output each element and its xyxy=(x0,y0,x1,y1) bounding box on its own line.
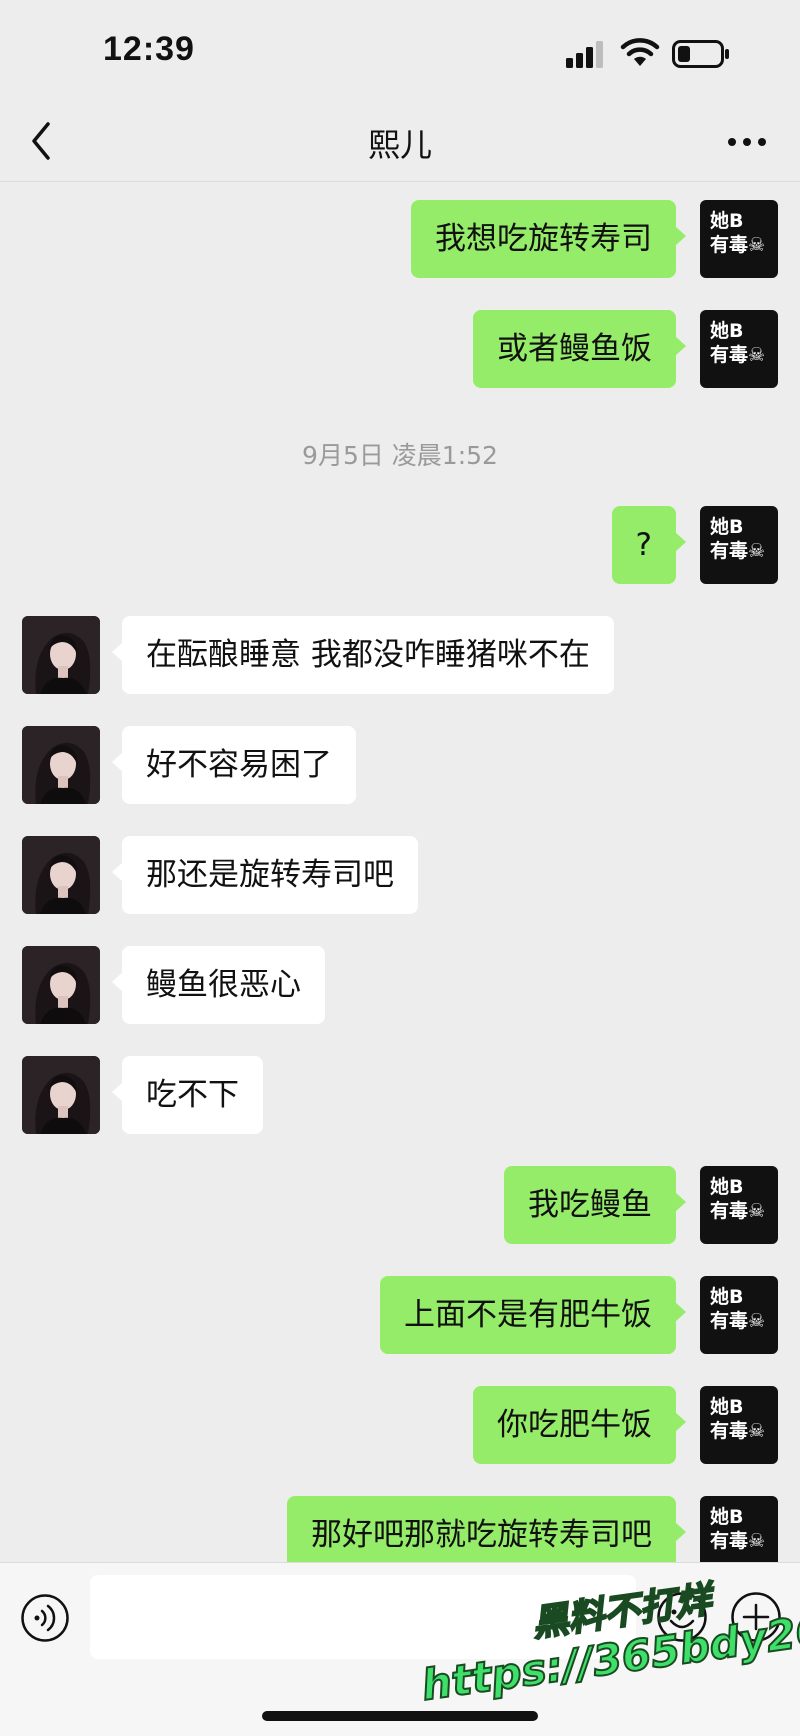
contact-avatar[interactable] xyxy=(22,1056,100,1134)
message-row-outgoing: ? 她B 有毒☠ xyxy=(0,506,800,586)
status-time: 12:39 xyxy=(103,30,195,68)
avatar-text-line1: 她B xyxy=(710,210,744,232)
avatar-text-line1: 她B xyxy=(710,1176,744,1198)
voice-input-icon[interactable] xyxy=(20,1593,70,1643)
my-avatar[interactable]: 她B 有毒☠ xyxy=(700,506,778,584)
message-bubble-outgoing[interactable]: ? xyxy=(611,506,687,584)
message-bubble-incoming[interactable]: 好不容易困了 xyxy=(112,726,356,804)
avatar-text-line2: 有毒☠ xyxy=(710,1310,766,1332)
message-row-outgoing: 或者鳗鱼饭 她B 有毒☠ xyxy=(0,310,800,390)
message-row-outgoing: 我想吃旋转寿司 她B 有毒☠ xyxy=(0,200,800,280)
avatar-text-line2: 有毒☠ xyxy=(710,1200,766,1222)
contact-name: 熙儿 xyxy=(367,126,432,164)
message-row-outgoing: 你吃肥牛饭 她B 有毒☠ xyxy=(0,1386,800,1466)
contact-avatar-image xyxy=(22,836,100,914)
message-row-outgoing: 那好吧那就吃旋转寿司吧 她B 有毒☠ xyxy=(0,1496,800,1562)
avatar-text-line2: 有毒☠ xyxy=(710,234,766,256)
message-bubble-outgoing[interactable]: 我吃鳗鱼 xyxy=(504,1166,686,1244)
message-list[interactable]: 我想吃旋转寿司 她B 有毒☠ 或者鳗鱼饭 她B 有毒☠ 9月5日 凌晨1:52 … xyxy=(0,182,800,1562)
contact-avatar[interactable] xyxy=(22,726,100,804)
my-avatar[interactable]: 她B 有毒☠ xyxy=(700,1166,778,1244)
avatar-text-line1: 她B xyxy=(710,1506,744,1528)
message-bubble-outgoing[interactable]: 那好吧那就吃旋转寿司吧 xyxy=(287,1496,686,1562)
contact-avatar[interactable] xyxy=(22,616,100,694)
avatar-text-line1: 她B xyxy=(710,516,744,538)
message-bubble-outgoing[interactable]: 或者鳗鱼饭 xyxy=(473,310,686,388)
contact-avatar[interactable] xyxy=(22,836,100,914)
cellular-signal-icon xyxy=(566,41,603,68)
avatar-text-line1: 她B xyxy=(710,1286,744,1308)
contact-avatar-image xyxy=(22,946,100,1024)
battery-icon xyxy=(672,40,729,68)
contact-avatar-image xyxy=(22,1056,100,1134)
my-avatar[interactable]: 她B 有毒☠ xyxy=(700,310,778,388)
avatar-text-line1: 她B xyxy=(710,1396,744,1418)
message-row-incoming: 那还是旋转寿司吧 xyxy=(0,836,800,916)
message-row-outgoing: 我吃鳗鱼 她B 有毒☠ xyxy=(0,1166,800,1246)
message-bubble-incoming[interactable]: 鳗鱼很恶心 xyxy=(112,946,325,1024)
contact-avatar-image xyxy=(22,726,100,804)
message-bubble-incoming[interactable]: 在酝酿睡意 我都没咋睡猪咪不在 xyxy=(112,616,614,694)
status-bar: 12:39 xyxy=(0,0,800,100)
message-row-incoming: 在酝酿睡意 我都没咋睡猪咪不在 xyxy=(0,616,800,696)
contact-avatar[interactable] xyxy=(22,946,100,1024)
message-row-incoming: 鳗鱼很恶心 xyxy=(0,946,800,1026)
message-bubble-incoming[interactable]: 吃不下 xyxy=(112,1056,263,1134)
contact-avatar-image xyxy=(22,616,100,694)
my-avatar[interactable]: 她B 有毒☠ xyxy=(700,1276,778,1354)
message-row-incoming: 吃不下 xyxy=(0,1056,800,1136)
message-bubble-incoming[interactable]: 那还是旋转寿司吧 xyxy=(112,836,418,914)
message-bubble-outgoing[interactable]: 我想吃旋转寿司 xyxy=(411,200,686,278)
message-row-outgoing: 上面不是有肥牛饭 她B 有毒☠ xyxy=(0,1276,800,1356)
avatar-text-line1: 她B xyxy=(710,320,744,342)
message-bubble-outgoing[interactable]: 上面不是有肥牛饭 xyxy=(380,1276,686,1354)
more-options-icon[interactable] xyxy=(722,122,772,162)
message-timestamp: 9月5日 凌晨1:52 xyxy=(302,441,498,470)
message-row-incoming: 好不容易困了 xyxy=(0,726,800,806)
avatar-text-line2: 有毒☠ xyxy=(710,1420,766,1442)
my-avatar[interactable]: 她B 有毒☠ xyxy=(700,200,778,278)
chat-header: 熙儿 xyxy=(0,100,800,182)
wifi-icon xyxy=(620,38,660,66)
my-avatar[interactable]: 她B 有毒☠ xyxy=(700,1386,778,1464)
avatar-text-line2: 有毒☠ xyxy=(710,540,766,562)
message-bubble-outgoing[interactable]: 你吃肥牛饭 xyxy=(473,1386,686,1464)
avatar-text-line2: 有毒☠ xyxy=(710,344,766,366)
